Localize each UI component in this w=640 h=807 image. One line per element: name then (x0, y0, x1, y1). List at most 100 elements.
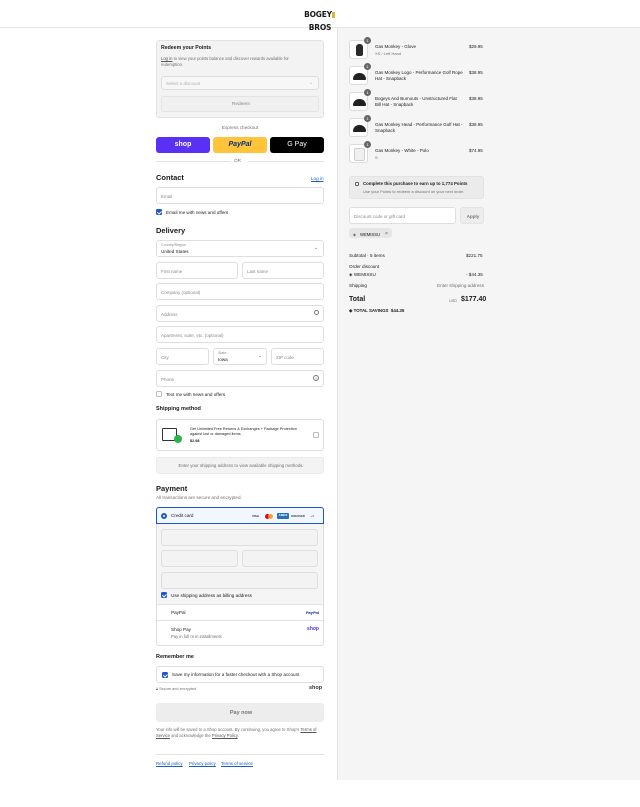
glove-icon (356, 44, 363, 56)
radio-selected-icon (161, 513, 167, 519)
polo-icon (354, 148, 365, 161)
quantity-badge: 1 (364, 115, 371, 122)
privacy-policy-link[interactable]: Privacy policy (189, 761, 216, 767)
contact-title: Contact (156, 173, 184, 182)
contact-login-link[interactable]: Log in (311, 176, 324, 182)
redeem-points-title: Redeem your Points (161, 45, 212, 51)
quantity-badge: 1 (364, 37, 371, 44)
state-select[interactable]: State Iowa ⌄ (213, 348, 267, 365)
billing-same-checkbox[interactable] (161, 592, 167, 598)
address-field[interactable]: Address (156, 305, 324, 322)
card-expiry-field[interactable] (161, 550, 238, 567)
express-checkout-label: Express checkout (221, 125, 259, 130)
order-discount-label: Order discount (349, 264, 380, 269)
applied-discount-tag: ◈ WEMISSU × (349, 228, 392, 238)
text-news-checkbox[interactable] (156, 391, 162, 397)
payment-title: Payment (156, 484, 188, 493)
mastercard-icon (264, 513, 274, 519)
billing-same-label: Use shipping address as billing address (171, 593, 252, 598)
chevron-down-icon: ⌄ (308, 80, 313, 86)
shipping-value: Enter shipping address (437, 283, 484, 288)
card-name-field[interactable] (161, 572, 318, 589)
hat-icon (353, 99, 366, 106)
google-pay-button[interactable]: G Pay (270, 137, 324, 153)
product-price: $29.95 (469, 44, 483, 49)
product-variant: XS / Left Hand (375, 51, 402, 56)
card-cvv-field[interactable] (242, 550, 318, 567)
site-header: BOGEYBROS (0, 0, 640, 32)
gift-icon (355, 182, 359, 186)
product-price: $38.95 (469, 122, 483, 127)
credit-card-option[interactable]: Credit card VISA AMEX DISCOVER +4 (156, 507, 324, 524)
paypal-option[interactable]: PayPal PayPal (157, 605, 323, 620)
apply-discount-button[interactable]: Apply (460, 207, 484, 224)
product-variant: S (375, 155, 378, 160)
pay-now-button[interactable]: Pay now (156, 703, 324, 722)
shipping-notice: Enter your shipping address to view avai… (156, 457, 324, 474)
search-icon (314, 310, 319, 315)
product-price: $74.95 (469, 148, 483, 153)
paypal-logo-icon: PayPal (305, 610, 319, 615)
terms-of-service-link[interactable]: Terms of service (221, 761, 253, 767)
shop-logo-icon: shop (309, 685, 323, 691)
or-divider-left (156, 161, 231, 162)
order-summary-panel (337, 28, 640, 780)
quantity-badge: 1 (364, 63, 371, 70)
points-login-link[interactable]: Log in (161, 56, 172, 61)
last-name-field[interactable]: Last name (242, 262, 324, 279)
discount-code-label: ◈ WEMISSU (349, 272, 376, 277)
quantity-badge: 1 (364, 141, 371, 148)
visa-icon: VISA (251, 513, 259, 518)
lock-icon: 🔒︎ (156, 687, 159, 691)
hat-icon (353, 73, 366, 80)
or-divider-right (248, 161, 324, 162)
tag-icon: ◈ (349, 272, 353, 277)
shipping-label: Shipping (349, 283, 367, 288)
discover-icon: DISCOVER (291, 514, 305, 518)
remove-discount-icon[interactable]: × (385, 231, 388, 237)
tag-icon: ◈ (353, 231, 357, 237)
chevron-down-icon: ⌄ (257, 353, 262, 359)
first-name-field[interactable]: First name (156, 262, 238, 279)
remember-me-title: Remember me (156, 654, 194, 660)
remember-me-option[interactable]: Save my information for a faster checkou… (156, 666, 324, 683)
company-field[interactable]: Company (optional) (156, 283, 324, 300)
quantity-badge: 1 (364, 89, 371, 96)
save-info-checkbox[interactable] (162, 672, 168, 678)
shop-pay-button[interactable]: shop (156, 137, 210, 153)
refund-policy-link[interactable]: Refund policy (156, 761, 183, 767)
phone-field[interactable]: Phone ? (156, 370, 324, 387)
tag-icon: ◈ (349, 308, 353, 313)
product-name: Gas Monkey Head - Performance Golf Hat -… (375, 122, 463, 134)
product-name: Bogeys And Burnouts - Unstructured Flat … (375, 96, 457, 108)
text-news-label: Text me with news and offers (166, 392, 226, 397)
shop-logo-icon: shop (307, 626, 319, 632)
redeem-points-description: Log in to view your points balance and d… (161, 56, 289, 67)
apartment-field[interactable]: Apartment, suite, etc. (optional) (156, 326, 324, 343)
product-name: Gas Monkey - Glove (375, 44, 417, 49)
email-field[interactable]: Email (156, 187, 324, 204)
city-field[interactable]: City (156, 348, 209, 365)
paypal-button[interactable]: PayPal (213, 137, 267, 153)
protection-checkbox[interactable] (313, 432, 319, 438)
package-protection-option[interactable]: Get Unlimited Free Returns & Exchanges +… (156, 419, 324, 451)
discount-code-field[interactable]: Discount code or gift card (349, 207, 456, 224)
legal-text: Your info will be saved to a Shop accoun… (156, 727, 317, 738)
discount-select[interactable]: Select a discount ⌄ (161, 76, 319, 90)
redeem-button[interactable]: Redeem (161, 96, 319, 112)
shop-privacy-link[interactable]: Privacy Policy (212, 733, 238, 738)
email-news-checkbox[interactable] (156, 209, 162, 215)
card-number-field[interactable] (161, 529, 318, 546)
total-value: $177.40 (461, 296, 487, 303)
country-select[interactable]: Country/Region United States ⌄ (156, 240, 324, 257)
brand-logo[interactable]: BOGEYBROS (300, 8, 340, 32)
shield-check-icon (174, 435, 182, 443)
protection-text: Get Unlimited Free Returns & Exchanges +… (190, 427, 297, 437)
more-cards-badge: +4 (310, 513, 314, 518)
zip-field[interactable]: ZIP code (271, 348, 324, 365)
currency-label: USD (449, 299, 458, 303)
product-price: $38.95 (469, 70, 483, 75)
help-icon[interactable]: ? (313, 375, 319, 381)
payment-subtitle: All transactions are secure and encrypte… (156, 495, 242, 500)
shop-pay-option[interactable]: Shop Pay Pay in full or in installments … (157, 621, 323, 645)
